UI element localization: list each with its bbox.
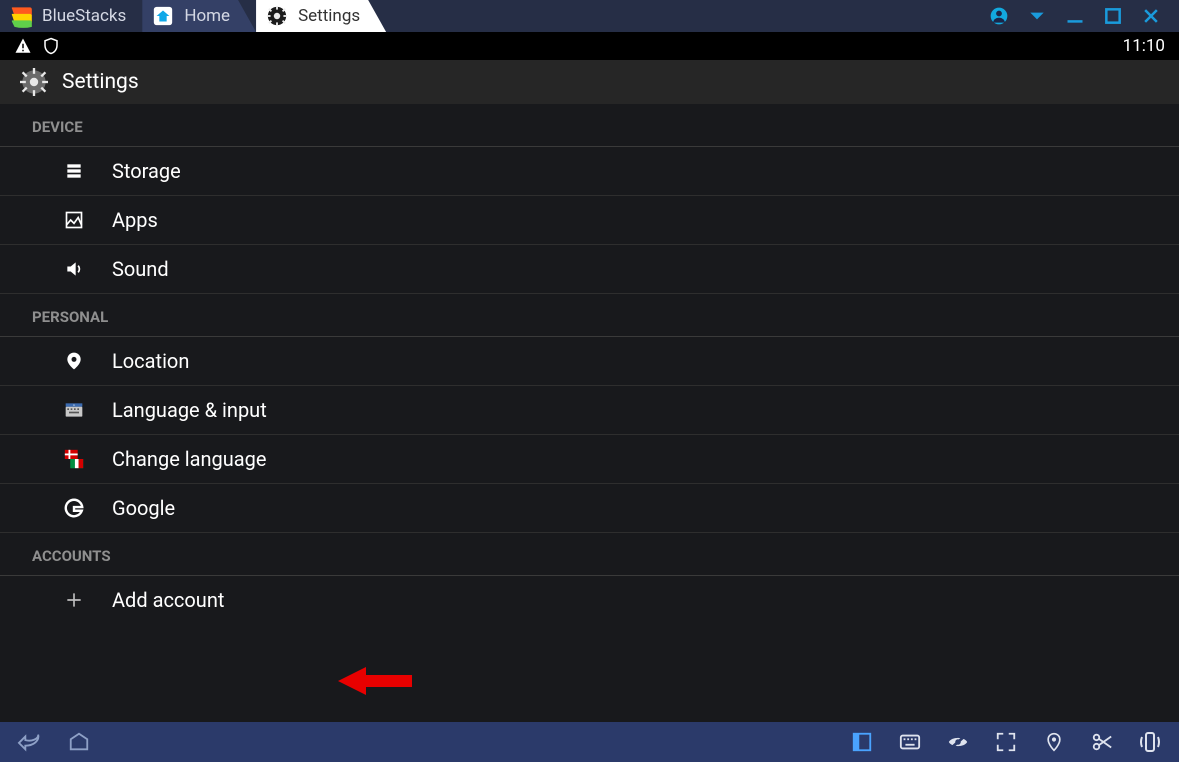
android-navbar — [0, 722, 1179, 762]
tab-settings-label: Settings — [298, 6, 360, 26]
row-change-language[interactable]: Change language — [0, 435, 1179, 484]
bluestacks-window: BlueStacks Home Settings — [0, 0, 1179, 762]
minimize-button[interactable] — [1065, 6, 1085, 26]
maximize-button[interactable] — [1103, 6, 1123, 26]
shield-icon — [42, 37, 60, 55]
tab-settings[interactable]: Settings — [256, 0, 386, 32]
google-g-icon — [62, 496, 86, 520]
visibility-off-icon[interactable] — [945, 729, 971, 755]
scissors-icon[interactable] — [1089, 729, 1115, 755]
section-header-device: DEVICE — [0, 104, 1179, 147]
location-icon — [62, 349, 86, 373]
keyboard-icon: A — [62, 398, 86, 422]
home-button[interactable] — [66, 729, 92, 755]
row-storage[interactable]: Storage — [0, 147, 1179, 196]
tab-home-label: Home — [184, 6, 230, 26]
row-add-account[interactable]: Add account — [0, 576, 1179, 624]
row-apps-label: Apps — [112, 208, 158, 232]
flags-icon — [62, 447, 86, 471]
sound-icon — [62, 257, 86, 281]
row-change-language-label: Change language — [112, 447, 267, 471]
app-name: BlueStacks — [42, 6, 126, 26]
sidebar-toggle-icon[interactable] — [849, 729, 875, 755]
row-google-label: Google — [112, 496, 175, 520]
row-location[interactable]: Location — [0, 337, 1179, 386]
row-storage-label: Storage — [112, 159, 181, 183]
keyboard-toggle-icon[interactable] — [897, 729, 923, 755]
window-titlebar: BlueStacks Home Settings — [0, 0, 1179, 32]
status-time: 11:10 — [1123, 36, 1165, 56]
page-title: Settings — [62, 70, 139, 94]
row-location-label: Location — [112, 349, 189, 373]
plus-icon — [62, 588, 86, 612]
home-icon — [152, 5, 174, 27]
row-language-input-label: Language & input — [112, 398, 267, 422]
tab-home[interactable]: Home — [142, 0, 256, 32]
bluestacks-logo — [8, 3, 34, 29]
row-apps[interactable]: Apps — [0, 196, 1179, 245]
gear-icon — [266, 5, 288, 27]
row-add-account-label: Add account — [112, 588, 224, 612]
row-language-input[interactable]: A Language & input — [0, 386, 1179, 435]
user-icon[interactable] — [989, 6, 1009, 26]
settings-header: Settings — [0, 60, 1179, 104]
gear-icon — [20, 68, 48, 96]
apps-icon — [62, 208, 86, 232]
section-header-personal: PERSONAL — [0, 294, 1179, 337]
row-sound-label: Sound — [112, 257, 169, 281]
shake-icon[interactable] — [1137, 729, 1163, 755]
section-header-accounts: ACCOUNTS — [0, 533, 1179, 576]
fullscreen-icon[interactable] — [993, 729, 1019, 755]
warning-icon — [14, 37, 32, 55]
storage-icon — [62, 159, 86, 183]
back-button[interactable] — [16, 729, 42, 755]
window-controls — [971, 6, 1179, 26]
settings-content: DEVICE Storage Apps Sound PERSONAL — [0, 104, 1179, 722]
close-button[interactable] — [1141, 6, 1161, 26]
location-nav-icon[interactable] — [1041, 729, 1067, 755]
android-statusbar: 11:10 — [0, 32, 1179, 60]
row-sound[interactable]: Sound — [0, 245, 1179, 294]
chevron-down-icon[interactable] — [1027, 6, 1047, 26]
row-google[interactable]: Google — [0, 484, 1179, 533]
